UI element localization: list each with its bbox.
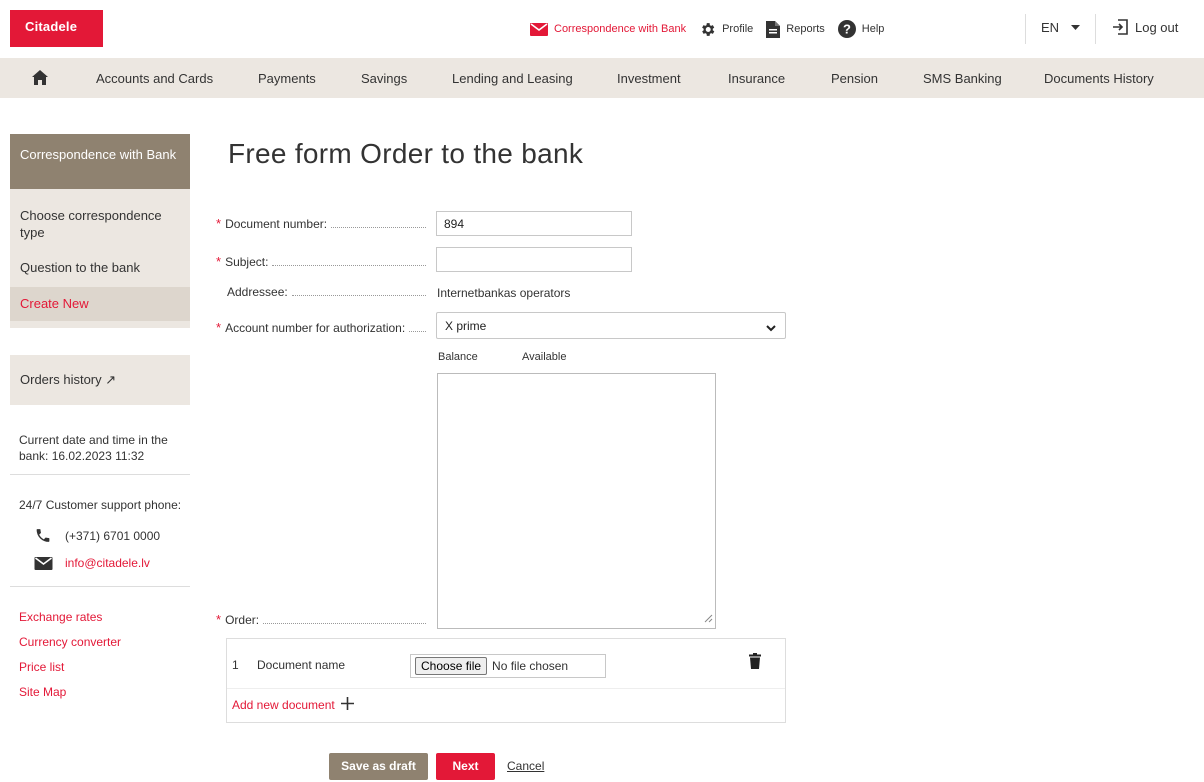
sidebar-item-create-new[interactable]: Create New bbox=[10, 287, 190, 321]
divider bbox=[10, 474, 190, 475]
divider bbox=[227, 688, 785, 689]
save-as-draft-button[interactable]: Save as draft bbox=[329, 753, 428, 780]
nav-pension[interactable]: Pension bbox=[831, 71, 878, 86]
site-map-link[interactable]: Site Map bbox=[19, 685, 66, 699]
order-label: * Order: bbox=[216, 612, 426, 627]
reports-link-label: Reports bbox=[786, 23, 825, 35]
page-title: Free form Order to the bank bbox=[228, 138, 584, 169]
subject-label-text: Subject: bbox=[225, 255, 269, 269]
header-divider bbox=[1095, 14, 1096, 44]
document-number-input[interactable]: 894 bbox=[436, 211, 632, 236]
header-divider bbox=[1025, 14, 1026, 44]
support-phone: (+371) 6701 0000 bbox=[34, 527, 160, 544]
account-select[interactable]: X prime bbox=[436, 312, 786, 339]
nav-investment[interactable]: Investment bbox=[617, 71, 681, 86]
subject-label: * Subject: bbox=[216, 254, 426, 269]
required-marker: * bbox=[216, 320, 222, 335]
order-label-text: Order: bbox=[225, 613, 260, 627]
sidebar-menu: Choose correspondence type Question to t… bbox=[10, 189, 190, 328]
subject-input[interactable] bbox=[436, 247, 632, 272]
nav-savings[interactable]: Savings bbox=[361, 71, 407, 86]
orders-history-link[interactable]: Orders history ↗ bbox=[10, 355, 190, 405]
nav-accounts-and-cards[interactable]: Accounts and Cards bbox=[96, 71, 213, 86]
cancel-link[interactable]: Cancel bbox=[507, 759, 544, 773]
language-selector[interactable]: EN bbox=[1041, 20, 1081, 35]
sidebar-item-question[interactable]: Question to the bank bbox=[10, 259, 190, 276]
dot-leader bbox=[409, 331, 426, 332]
question-icon: ? bbox=[837, 20, 856, 38]
profile-link-label: Profile bbox=[722, 23, 754, 35]
bank-datetime: Current date and time in the bank: 16.02… bbox=[19, 433, 168, 463]
support-email[interactable]: info@citadele.lv bbox=[34, 556, 150, 570]
nav-documents-history[interactable]: Documents History bbox=[1044, 71, 1154, 86]
top-links: Correspondence with Bank Profile Reports… bbox=[530, 19, 897, 39]
currency-converter-link[interactable]: Currency converter bbox=[19, 635, 121, 649]
caret-down-icon bbox=[1071, 25, 1081, 30]
exchange-rates-link[interactable]: Exchange rates bbox=[19, 610, 102, 624]
email-address: info@citadele.lv bbox=[65, 556, 150, 570]
logout-label: Log out bbox=[1135, 19, 1179, 35]
profile-link[interactable]: Profile bbox=[699, 21, 753, 38]
home-icon[interactable] bbox=[32, 70, 48, 88]
correspondence-link-label: Correspondence with Bank bbox=[554, 23, 687, 35]
divider bbox=[10, 586, 190, 587]
document-row-number: 1 bbox=[232, 658, 239, 672]
chevron-down-icon bbox=[766, 321, 776, 335]
account-label-text: Account number for authorization: bbox=[225, 321, 406, 335]
trash-icon[interactable] bbox=[749, 653, 761, 672]
dot-leader bbox=[263, 623, 426, 624]
document-number-label: * Document number: bbox=[216, 216, 426, 231]
plus-icon bbox=[340, 697, 354, 713]
logout-icon bbox=[1112, 19, 1128, 35]
file-status: No file chosen bbox=[492, 659, 569, 673]
logout-link[interactable]: Log out bbox=[1112, 19, 1178, 35]
sidebar-heading: Correspondence with Bank bbox=[10, 134, 190, 189]
balance-label: Balance bbox=[438, 351, 478, 363]
dot-leader bbox=[291, 295, 426, 296]
file-input[interactable]: Choose file No file chosen bbox=[410, 654, 606, 678]
document-row-name: Document name bbox=[257, 658, 346, 672]
required-marker: * bbox=[216, 254, 222, 269]
sidebar-item-choose-type[interactable]: Choose correspondence type bbox=[10, 207, 190, 241]
nav-payments[interactable]: Payments bbox=[258, 71, 316, 86]
gear-icon bbox=[699, 21, 716, 38]
support-label: 24/7 Customer support phone: bbox=[19, 498, 182, 512]
nav-insurance[interactable]: Insurance bbox=[728, 71, 785, 86]
correspondence-link[interactable]: Correspondence with Bank bbox=[530, 22, 687, 36]
addressee-label-text: Addressee: bbox=[227, 285, 288, 299]
add-document-label: Add new document bbox=[232, 698, 335, 712]
account-label: * Account number for authorization: bbox=[216, 320, 426, 335]
choose-file-button[interactable]: Choose file bbox=[415, 657, 488, 675]
add-document-link[interactable]: Add new document bbox=[232, 697, 354, 713]
reports-link[interactable]: Reports bbox=[766, 20, 825, 38]
documents-panel: 1 Document name Choose file No file chos… bbox=[226, 638, 786, 723]
required-marker: * bbox=[216, 216, 222, 231]
help-link-label: Help bbox=[861, 23, 885, 35]
main-nav: Accounts and Cards Payments Savings Lend… bbox=[0, 58, 1204, 98]
order-textarea[interactable] bbox=[437, 373, 716, 629]
envelope-icon bbox=[34, 556, 56, 570]
phone-icon bbox=[34, 527, 56, 544]
available-label: Available bbox=[522, 351, 567, 363]
required-marker: * bbox=[216, 612, 222, 627]
dot-leader bbox=[331, 227, 426, 228]
help-link[interactable]: ? Help bbox=[837, 20, 885, 38]
phone-number: (+371) 6701 0000 bbox=[65, 528, 161, 543]
next-button[interactable]: Next bbox=[436, 753, 495, 780]
price-list-link[interactable]: Price list bbox=[19, 660, 64, 674]
nav-lending-and-leasing[interactable]: Lending and Leasing bbox=[452, 71, 573, 86]
document-number-label-text: Document number: bbox=[225, 217, 328, 231]
envelope-icon bbox=[530, 22, 548, 36]
addressee-value: Internetbankas operators bbox=[437, 286, 571, 300]
document-icon bbox=[766, 20, 781, 38]
dot-leader bbox=[272, 265, 426, 266]
language-value: EN bbox=[1041, 20, 1060, 35]
nav-sms-banking[interactable]: SMS Banking bbox=[923, 71, 1002, 86]
addressee-label: Addressee: bbox=[216, 285, 426, 299]
resize-grip-icon[interactable] bbox=[704, 611, 713, 626]
citadele-logo[interactable]: Citadele bbox=[10, 10, 103, 47]
svg-text:?: ? bbox=[843, 22, 851, 37]
account-select-value: X prime bbox=[445, 319, 487, 333]
top-bar: Citadele Correspondence with Bank Profil… bbox=[0, 0, 1204, 58]
